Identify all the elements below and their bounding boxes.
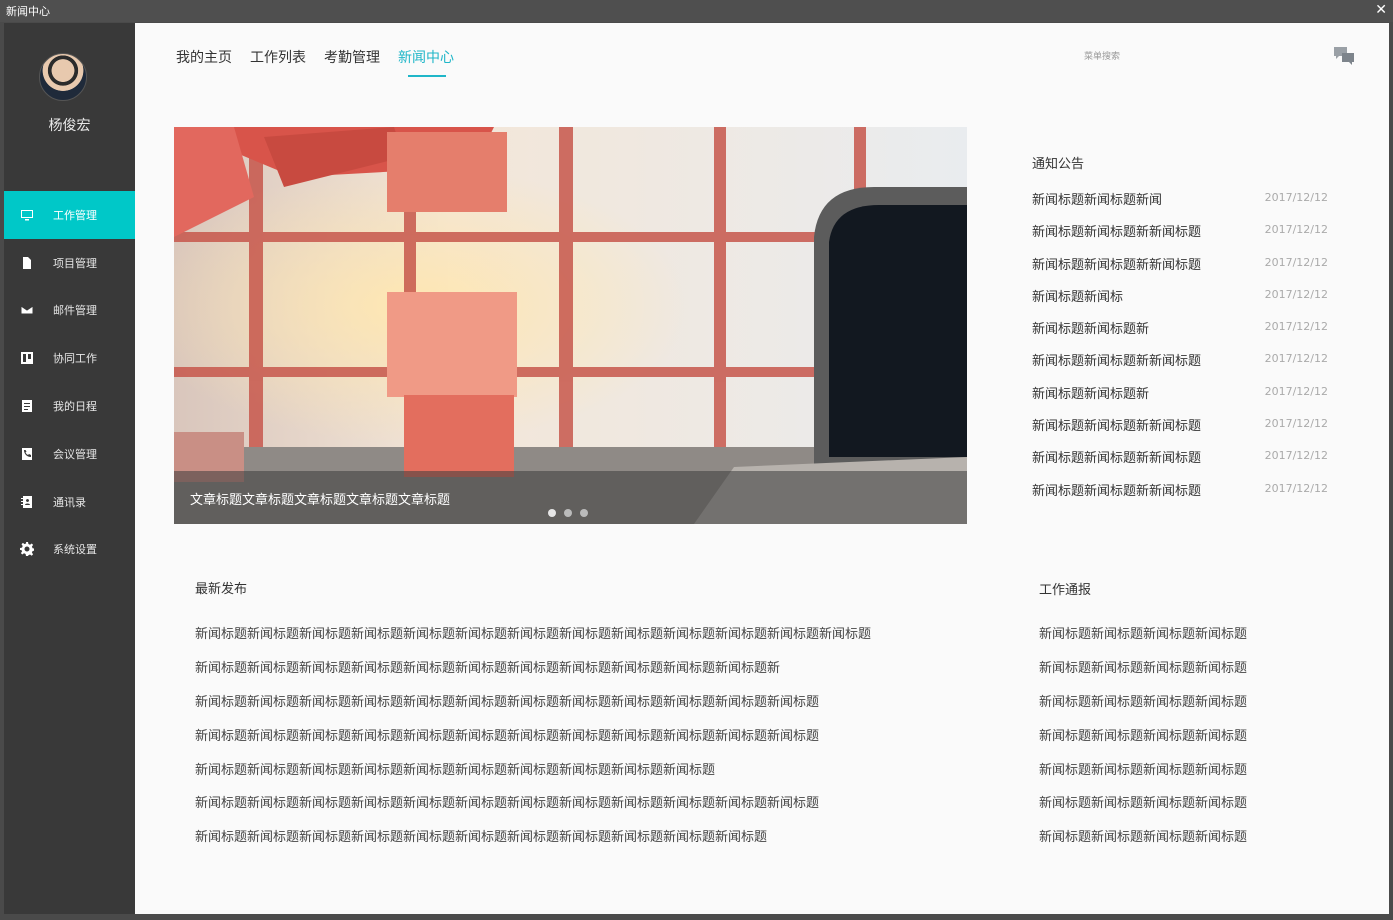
notice-title: 新闻标题新闻标题新闻 [1032, 193, 1163, 208]
list-item[interactable]: 新闻标题新闻标题新闻标题新闻标题新闻标题新闻标题新闻标题新闻标题新闻标题新闻标题… [195, 826, 985, 860]
notices-title: 通知公告 [1032, 157, 1085, 172]
list-item[interactable]: 新闻标题新闻标题新闻标题新闻标题新闻标题新闻标题新闻标题新闻标题新闻标题新闻标题… [195, 691, 985, 725]
notice-date: 2017/12/12 [1264, 191, 1328, 204]
sidebar-item-label: 会议管理 [53, 447, 97, 461]
notice-date: 2017/12/12 [1264, 449, 1328, 463]
notice-date: 2017/12/12 [1264, 384, 1328, 398]
sidebar-item-settings[interactable]: 系统设置 [4, 526, 135, 574]
top-nav: 我的主页 工作列表 考勤管理 新闻中心 [176, 47, 472, 77]
news-carousel[interactable]: 文章标题文章标题文章标题文章标题文章标题 [174, 127, 967, 524]
contacts-icon [20, 495, 34, 509]
notices-list: 新闻标题新闻标题新闻 2017/12/12 新闻标题新闻标题新新闻标题 2017/1… [1032, 189, 1328, 512]
list-item[interactable]: 新闻标题新闻标题新闻标题新闻标题新闻标题新闻标题新闻标题新闻标题新闻标题新闻标题… [195, 792, 985, 826]
notice-date: 2017/12/12 [1264, 481, 1328, 495]
list-item[interactable]: 新闻标题新闻标题新新闻标题 2017/12/12 [1032, 350, 1328, 382]
notice-date: 2017/12/12 [1264, 352, 1328, 366]
close-button[interactable]: ✕ [1375, 2, 1387, 18]
carousel-dot[interactable] [580, 509, 588, 517]
notice-title: 新闻标题新闻标题新新闻标题 [1032, 257, 1202, 273]
list-item[interactable]: 新闻标题新闻标题新新闻标题 2017/12/12 [1032, 447, 1328, 479]
chat-icon[interactable] [1333, 45, 1355, 67]
notice-title: 新闻标题新闻标 [1032, 289, 1124, 305]
sidebar-item-contacts[interactable]: 通讯录 [4, 478, 135, 526]
list-item[interactable]: 新闻标题新闻标题新新闻标题 2017/12/12 [1032, 221, 1328, 253]
list-item[interactable]: 新闻标题新闻标题新 2017/12/12 [1032, 318, 1328, 350]
sidebar-menu: 工作管理 项目管理 邮件管理 协同工作 我的日程 会议管理 通讯录 系统设置 [4, 191, 135, 573]
reports-title: 工作通报 [1039, 583, 1092, 598]
list-item[interactable]: 新闻标题新闻标题新闻标题新闻标题 [1039, 657, 1339, 691]
phone-book-icon [20, 447, 34, 461]
title-bar: 新闻中心 ✕ [0, 0, 1393, 22]
list-item[interactable]: 新闻标题新闻标题新闻标题新闻标题 [1039, 792, 1339, 826]
banner-caption: 文章标题文章标题文章标题文章标题文章标题 [174, 471, 967, 524]
sidebar-item-meetings[interactable]: 会议管理 [4, 430, 135, 478]
notice-title: 新闻标题新闻标题新新闻标题 [1032, 451, 1202, 467]
latest-title: 最新发布 [195, 582, 248, 597]
sidebar-item-label: 系统设置 [53, 543, 97, 557]
tab-attendance[interactable]: 考勤管理 [324, 47, 380, 77]
list-item[interactable]: 新闻标题新闻标题新闻标题新闻标题 [1039, 691, 1339, 725]
list-item[interactable]: 新闻标题新闻标题新闻标题新闻标题新闻标题新闻标题新闻标题新闻标题新闻标题新闻标题… [195, 623, 985, 657]
carousel-dot[interactable] [564, 509, 572, 517]
sidebar-item-label: 协同工作 [53, 352, 97, 366]
sidebar-item-projects[interactable]: 项目管理 [4, 239, 135, 287]
list-item[interactable]: 新闻标题新闻标题新闻标题新闻标题新闻标题新闻标题新闻标题新闻标题新闻标题新闻标题… [195, 657, 985, 691]
list-item[interactable]: 新闻标题新闻标题新新闻标题 2017/12/12 [1032, 254, 1328, 286]
user-name: 杨俊宏 [48, 118, 91, 134]
mail-icon [20, 303, 34, 317]
latest-list: 新闻标题新闻标题新闻标题新闻标题新闻标题新闻标题新闻标题新闻标题新闻标题新闻标题… [195, 623, 985, 860]
sidebar-item-label: 我的日程 [53, 400, 97, 414]
notice-title: 新闻标题新闻标题新 [1032, 322, 1150, 338]
tab-home[interactable]: 我的主页 [176, 47, 232, 77]
notice-date: 2017/12/12 [1264, 417, 1328, 431]
notice-title: 新闻标题新闻标题新新闻标题 [1032, 483, 1202, 499]
sidebar-item-label: 邮件管理 [53, 304, 97, 318]
list-item[interactable]: 新闻标题新闻标题新闻标题新闻标题新闻标题新闻标题新闻标题新闻标题新闻标题新闻标题 [195, 759, 985, 793]
sidebar-item-schedule[interactable]: 我的日程 [4, 382, 135, 430]
notice-title: 新闻标题新闻标题新新闻标题 [1032, 225, 1202, 241]
carousel-dots [548, 509, 596, 517]
list-item[interactable]: 新闻标题新闻标题新 2017/12/12 [1032, 383, 1328, 415]
list-item[interactable]: 新闻标题新闻标题新闻标题新闻标题 [1039, 826, 1339, 860]
list-item[interactable]: 新闻标题新闻标题新闻标题新闻标题新闻标题新闻标题新闻标题新闻标题新闻标题新闻标题… [195, 725, 985, 759]
menu-search-input[interactable] [1084, 49, 1284, 65]
file-icon [20, 256, 34, 270]
avatar[interactable] [39, 53, 87, 101]
board-icon [20, 351, 34, 365]
sidebar-item-work[interactable]: 工作管理 [4, 191, 135, 239]
tab-news-center[interactable]: 新闻中心 [398, 47, 454, 77]
monitor-icon [20, 208, 34, 222]
reports-list: 新闻标题新闻标题新闻标题新闻标题 新闻标题新闻标题新闻标题新闻标题 新闻标题新闻… [1039, 623, 1339, 860]
sidebar-item-label: 工作管理 [53, 208, 97, 222]
sidebar-item-label: 项目管理 [53, 256, 97, 270]
sidebar-item-mail[interactable]: 邮件管理 [4, 287, 135, 335]
notice-title: 新闻标题新闻标题新 [1032, 386, 1150, 402]
notice-title: 新闻标题新闻标题新新闻标题 [1032, 354, 1202, 370]
list-item[interactable]: 新闻标题新闻标题新闻标题新闻标题 [1039, 623, 1339, 657]
gear-icon [20, 542, 34, 557]
list-item[interactable]: 新闻标题新闻标题新新闻标题 2017/12/12 [1032, 480, 1328, 512]
schedule-icon [20, 399, 34, 413]
notice-date: 2017/12/12 [1264, 287, 1328, 301]
sidebar-item-collaboration[interactable]: 协同工作 [4, 334, 135, 382]
list-item[interactable]: 新闻标题新闻标题新新闻标题 2017/12/12 [1032, 415, 1328, 447]
list-item[interactable]: 新闻标题新闻标题新闻 2017/12/12 [1032, 189, 1328, 221]
tab-work-list[interactable]: 工作列表 [250, 47, 306, 77]
list-item[interactable]: 新闻标题新闻标题新闻标题新闻标题 [1039, 725, 1339, 759]
sidebar-item-label: 通讯录 [53, 495, 86, 509]
list-item[interactable]: 新闻标题新闻标题新闻标题新闻标题 [1039, 759, 1339, 793]
app-window: 杨俊宏 工作管理 项目管理 邮件管理 协同工作 我的日程 会议管理 通讯录 系统… [4, 23, 1389, 914]
sidebar: 杨俊宏 工作管理 项目管理 邮件管理 协同工作 我的日程 会议管理 通讯录 系统… [4, 23, 135, 914]
carousel-dot[interactable] [548, 509, 556, 517]
window-title: 新闻中心 [6, 5, 50, 18]
notice-date: 2017/12/12 [1264, 320, 1328, 334]
list-item[interactable]: 新闻标题新闻标 2017/12/12 [1032, 286, 1328, 318]
notice-date: 2017/12/12 [1264, 223, 1328, 237]
notice-title: 新闻标题新闻标题新新闻标题 [1032, 419, 1202, 435]
banner-image [174, 127, 967, 524]
banner-title[interactable]: 文章标题文章标题文章标题文章标题文章标题 [190, 489, 450, 508]
notice-date: 2017/12/12 [1264, 255, 1328, 269]
